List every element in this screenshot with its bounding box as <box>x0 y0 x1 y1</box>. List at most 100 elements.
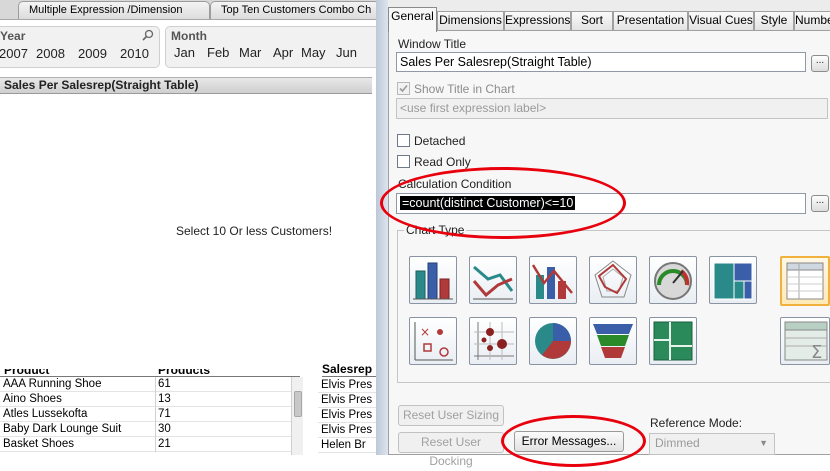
product-header-label: Product <box>4 369 50 377</box>
reset-user-docking-button[interactable]: Reset User Docking <box>398 432 504 468</box>
show-title-label: Show Title in Chart <box>414 82 515 96</box>
detached-label: Detached <box>414 134 466 148</box>
year-2007[interactable]: 2007 <box>0 46 28 61</box>
chart-title-input[interactable]: <use first expression label> <box>396 98 828 119</box>
year-listbox-title: Year <box>0 29 26 43</box>
chart-title[interactable]: Sales Per Salesrep(Straight Table) <box>0 77 372 94</box>
read-only-checkbox[interactable] <box>397 155 410 168</box>
table-row[interactable]: Elvis Pres <box>318 378 376 393</box>
month-apr[interactable]: Apr <box>273 45 293 60</box>
search-icon[interactable] <box>142 29 154 41</box>
reference-mode-label: Reference Mode: <box>650 416 743 430</box>
block-chart-icon[interactable] <box>709 256 757 304</box>
table-row[interactable]: Aino Shoes 13 <box>0 392 291 407</box>
table-row[interactable]: Elvis Pres <box>318 423 376 438</box>
detached-checkbox[interactable] <box>397 134 410 147</box>
gauge-chart-icon[interactable] <box>649 256 697 304</box>
tab-visual-cues[interactable]: Visual Cues <box>688 11 754 31</box>
scrollbar-thumb[interactable] <box>294 391 302 417</box>
table-row[interactable]: Basket Shoes 21 <box>0 437 291 452</box>
table-row[interactable]: Helen Br <box>318 438 376 453</box>
month-jan[interactable]: Jan <box>174 45 195 60</box>
product-table-header[interactable]: Product Products <box>0 369 300 377</box>
year-2008[interactable]: 2008 <box>36 46 65 61</box>
table-row[interactable]: Atles Lussekofta 71 <box>0 407 291 422</box>
product-name-cell: Atles Lussekofta <box>3 408 88 420</box>
checkmark-icon <box>399 84 408 93</box>
table-row[interactable]: AAA Running Shoe 61 <box>0 377 291 392</box>
salesrep-table: Salesrep Elvis Pres Elvis Pres Elvis Pres E… <box>318 362 376 455</box>
tab-sort[interactable]: Sort <box>571 11 613 31</box>
calc-condition-expression-button[interactable]: ... <box>811 195 829 212</box>
dialog-window-edge <box>376 0 388 455</box>
window-title-input[interactable]: Sales Per Salesrep(Straight Table) <box>396 52 806 72</box>
table-row[interactable]: Baby Dark Lounge Suit 30 <box>0 422 291 437</box>
bar-chart-icon[interactable] <box>409 256 457 304</box>
salesrep-name-cell: Elvis Pres <box>321 379 373 391</box>
month-jun[interactable]: Jun <box>336 45 357 60</box>
tab-general[interactable]: General <box>388 7 437 32</box>
chevron-down-icon: ▼ <box>759 438 768 448</box>
calc-condition-value: =count(distinct Customer)<=10 <box>400 196 576 210</box>
funnel-chart-icon[interactable] <box>589 317 637 365</box>
mekko-chart-icon[interactable] <box>649 317 697 365</box>
error-messages-button[interactable]: Error Messages... <box>514 431 624 452</box>
combo-chart-icon[interactable] <box>529 256 577 304</box>
salesrep-name-cell: Elvis Pres <box>321 394 373 406</box>
column-separator <box>155 392 156 407</box>
tab-dimensions[interactable]: Dimensions <box>437 11 504 31</box>
line-chart-icon[interactable] <box>469 256 517 304</box>
reference-mode-select[interactable]: Dimmed ▼ <box>649 433 775 455</box>
month-mar[interactable]: Mar <box>239 45 261 60</box>
month-may[interactable]: May <box>301 45 326 60</box>
read-only-label: Read Only <box>414 155 471 169</box>
tab-presentation[interactable]: Presentation <box>613 11 688 31</box>
year-2010[interactable]: 2010 <box>120 46 149 61</box>
tab-expressions[interactable]: Expressions <box>504 11 571 31</box>
column-separator <box>155 377 156 392</box>
calc-condition-input[interactable]: =count(distinct Customer)<=10 <box>396 193 806 214</box>
salesrep-header-label[interactable]: Salesrep <box>322 362 376 377</box>
grid-chart-icon[interactable] <box>469 317 517 365</box>
product-table: Product Products AAA Running Shoe 61 Aino … <box>0 369 303 455</box>
pivot-table-icon[interactable]: Σ <box>780 317 830 365</box>
column-separator <box>155 437 156 452</box>
product-count-cell: 30 <box>158 423 171 435</box>
sheet-tab-multiple-expression[interactable]: Multiple Expression /Dimension <box>18 1 210 19</box>
salesrep-name-cell: Elvis Pres <box>321 409 373 421</box>
column-separator <box>155 407 156 422</box>
product-name-cell: Baby Dark Lounge Suit <box>3 423 122 435</box>
product-value-header-label: Products <box>158 369 211 377</box>
tab-style[interactable]: Style <box>754 11 794 31</box>
product-name-cell: Basket Shoes <box>3 438 74 450</box>
table-row[interactable]: Elvis Pres <box>318 393 376 408</box>
table-row[interactable]: Elvis Pres <box>318 408 376 423</box>
product-count-cell: 61 <box>158 378 171 390</box>
salesrep-name-cell: Helen Br <box>321 439 366 451</box>
product-table-scrollbar[interactable] <box>291 377 303 455</box>
svg-text:Σ: Σ <box>811 342 822 363</box>
product-count-cell: 13 <box>158 393 171 405</box>
pie-chart-icon[interactable] <box>529 317 577 365</box>
year-2009[interactable]: 2009 <box>78 46 107 61</box>
qlikview-sheet: Multiple Expression /Dimension Top Ten C… <box>0 0 376 455</box>
radar-chart-icon[interactable] <box>589 256 637 304</box>
month-feb[interactable]: Feb <box>207 45 229 60</box>
tab-number[interactable]: Number <box>794 11 830 31</box>
svg-text:×: × <box>420 325 430 339</box>
product-count-cell: 71 <box>158 408 171 420</box>
scatter-chart-icon[interactable]: × <box>409 317 457 365</box>
reset-user-sizing-button[interactable]: Reset User Sizing <box>398 405 504 426</box>
calculation-condition-message: Select 10 Or less Customers! <box>176 224 333 238</box>
straight-table-icon[interactable] <box>780 256 830 306</box>
month-listbox-title: Month <box>171 29 207 43</box>
column-separator <box>155 422 156 437</box>
sheet-tab-top-ten-customers[interactable]: Top Ten Customers Combo Ch <box>210 1 376 19</box>
chart-type-label: Chart Type <box>404 223 467 237</box>
show-title-checkbox[interactable] <box>397 82 410 95</box>
window-title-label: Window Title <box>398 37 467 51</box>
window-title-expression-button[interactable]: ... <box>811 55 829 72</box>
salesrep-name-cell: Elvis Pres <box>321 424 373 436</box>
product-name-cell: Aino Shoes <box>3 393 62 405</box>
reference-mode-value: Dimmed <box>655 436 700 450</box>
